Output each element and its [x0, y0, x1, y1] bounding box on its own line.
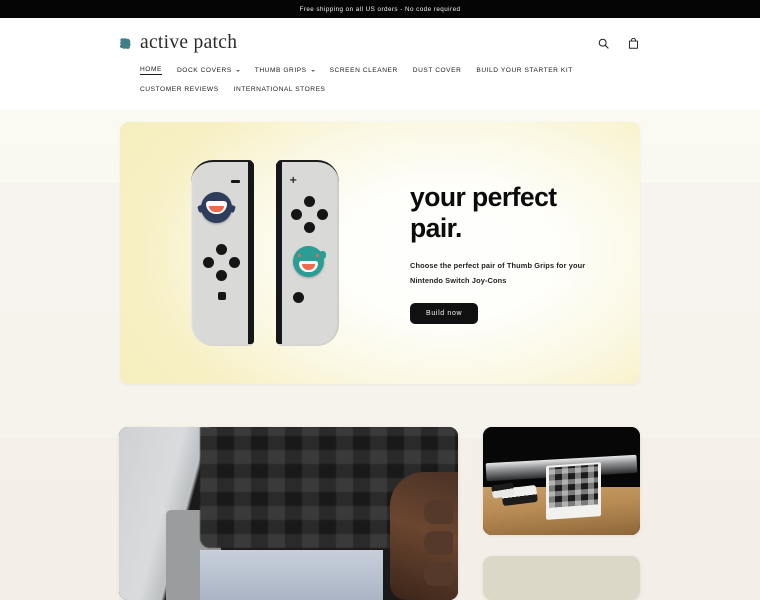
nav-label: Build your Starter Kit: [476, 67, 573, 74]
dpad-left: [203, 257, 214, 268]
hero-product-art: +: [120, 122, 410, 384]
button-y: [291, 209, 302, 220]
home-button: [293, 292, 304, 303]
nav-item-home[interactable]: Home: [140, 66, 162, 75]
brand-name: active patch: [140, 32, 238, 53]
site-header: active patch Home: [0, 18, 760, 110]
hero-banner: + your perfect pair. Choose the perfect …: [120, 122, 640, 384]
brand-logo[interactable]: active patch: [22, 32, 237, 54]
nav-label: Dust Cover: [412, 67, 462, 74]
header-actions: [595, 35, 738, 52]
finger-2: [424, 530, 453, 556]
main-navigation: Home Dock Covers Thumb Grips Screen Clea…: [22, 54, 662, 93]
hero-subtitle: Choose the perfect pair of Thumb Grips f…: [410, 260, 586, 286]
finger-3: [424, 561, 453, 586]
nav-label: Dock Covers: [176, 67, 232, 74]
nav-item-dust-cover[interactable]: Dust Cover: [413, 67, 462, 74]
shopping-bag-icon[interactable]: [625, 35, 642, 52]
build-now-button[interactable]: Build now: [410, 303, 479, 325]
nav-label: Customer Reviews: [140, 86, 219, 93]
nav-item-screen-cleaner[interactable]: Screen Cleaner: [330, 67, 398, 74]
page-root: Free shipping on all US orders - No code…: [0, 0, 760, 600]
creature-eye-right: [316, 254, 319, 257]
nav-item-build-your-starter-kit[interactable]: Build your Starter Kit: [476, 67, 572, 74]
teal-creature-thumb-grip: [293, 246, 326, 277]
announcement-text: Free shipping on all US orders - No code…: [299, 5, 461, 13]
joycon-top-edge: [191, 160, 253, 184]
placeholder-card[interactable]: [483, 556, 640, 600]
button-x: [304, 196, 315, 207]
dpad-right: [229, 257, 240, 268]
header-top-row: active patch: [22, 18, 738, 54]
switch-dock: [545, 461, 601, 520]
chevron-down-icon: [235, 70, 240, 72]
photo-content: [119, 427, 458, 600]
joycon-top-edge: [277, 160, 339, 184]
nav-label: Screen Cleaner: [329, 67, 398, 74]
nav-label: Thumb Grips: [254, 67, 307, 74]
nav-item-thumb-grips[interactable]: Thumb Grips: [255, 67, 315, 74]
patch-icon: [118, 36, 133, 51]
nav-item-dock-covers[interactable]: Dock Covers: [177, 67, 240, 74]
shark-thumb-grip: [197, 192, 236, 223]
plus-button: +: [289, 175, 298, 186]
shark-mouth: [209, 206, 224, 212]
minus-button: [231, 180, 240, 183]
photo-content: [483, 427, 640, 535]
joycon-rail: [248, 162, 254, 344]
creature-eye-left: [298, 254, 301, 257]
dpad-up: [216, 244, 227, 255]
dock-cover-desk-photo[interactable]: [483, 427, 640, 535]
nav-label: Home: [140, 66, 162, 75]
dock-cover-install-photo[interactable]: [119, 427, 458, 600]
creature-face: [299, 260, 318, 272]
plaid-dock-cover: [548, 463, 598, 508]
dock-screen: [200, 549, 384, 600]
creature-ear: [319, 251, 326, 259]
nav-item-customer-reviews[interactable]: Customer Reviews: [140, 86, 219, 93]
nav-label: International Stores: [233, 86, 326, 93]
joycon-rail: [276, 162, 282, 344]
right-joycon: +: [276, 160, 339, 346]
announcement-bar: Free shipping on all US orders - No code…: [0, 0, 760, 18]
hand: [390, 471, 458, 600]
finger-1: [424, 500, 453, 525]
dpad-down: [216, 270, 227, 281]
button-a: [317, 209, 328, 220]
creature-mouth: [302, 263, 315, 270]
hero-title: your perfect pair.: [410, 181, 557, 244]
capture-button: [218, 292, 226, 300]
hero-copy: your perfect pair. Choose the perfect pa…: [410, 181, 640, 325]
hero-inner: + your perfect pair. Choose the perfect …: [120, 122, 640, 384]
left-joycon: [191, 160, 254, 346]
nav-item-international-stores[interactable]: International Stores: [234, 86, 326, 93]
button-b: [304, 222, 315, 233]
shark-face: [206, 201, 227, 214]
chevron-down-icon: [310, 70, 315, 72]
search-icon[interactable]: [595, 35, 612, 52]
